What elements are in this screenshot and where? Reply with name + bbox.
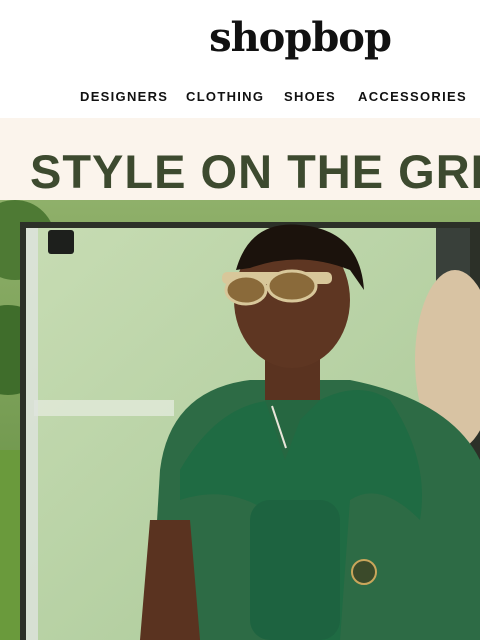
nav-designers[interactable]: DESIGNERS — [80, 89, 168, 104]
hero-title: STYLE ON THE GREEN — [30, 145, 480, 198]
sunglasses-lens — [266, 269, 318, 303]
windshield-strip — [34, 400, 174, 416]
mirror — [48, 230, 74, 254]
nav-clothing[interactable]: CLOTHING — [186, 89, 264, 104]
polo-emblem — [351, 559, 377, 585]
model-arm — [140, 520, 200, 640]
sweater-sleeve — [250, 500, 340, 640]
sunglasses-lens — [224, 274, 268, 306]
hero-banner[interactable]: STYLE ON THE GREEN — [0, 118, 480, 640]
shopbop-logo[interactable]: shopbop — [0, 14, 480, 61]
nav-accessories[interactable]: ACCESSORIES — [358, 89, 467, 104]
site-header: shopbop DESIGNERS CLOTHING SHOES ACCESSO… — [0, 0, 480, 118]
cart-pillar — [26, 228, 38, 640]
nav-shoes[interactable]: SHOES — [284, 89, 336, 104]
main-nav: DESIGNERS CLOTHING SHOES ACCESSORIES — [0, 89, 480, 107]
hero-photo[interactable] — [0, 200, 480, 640]
